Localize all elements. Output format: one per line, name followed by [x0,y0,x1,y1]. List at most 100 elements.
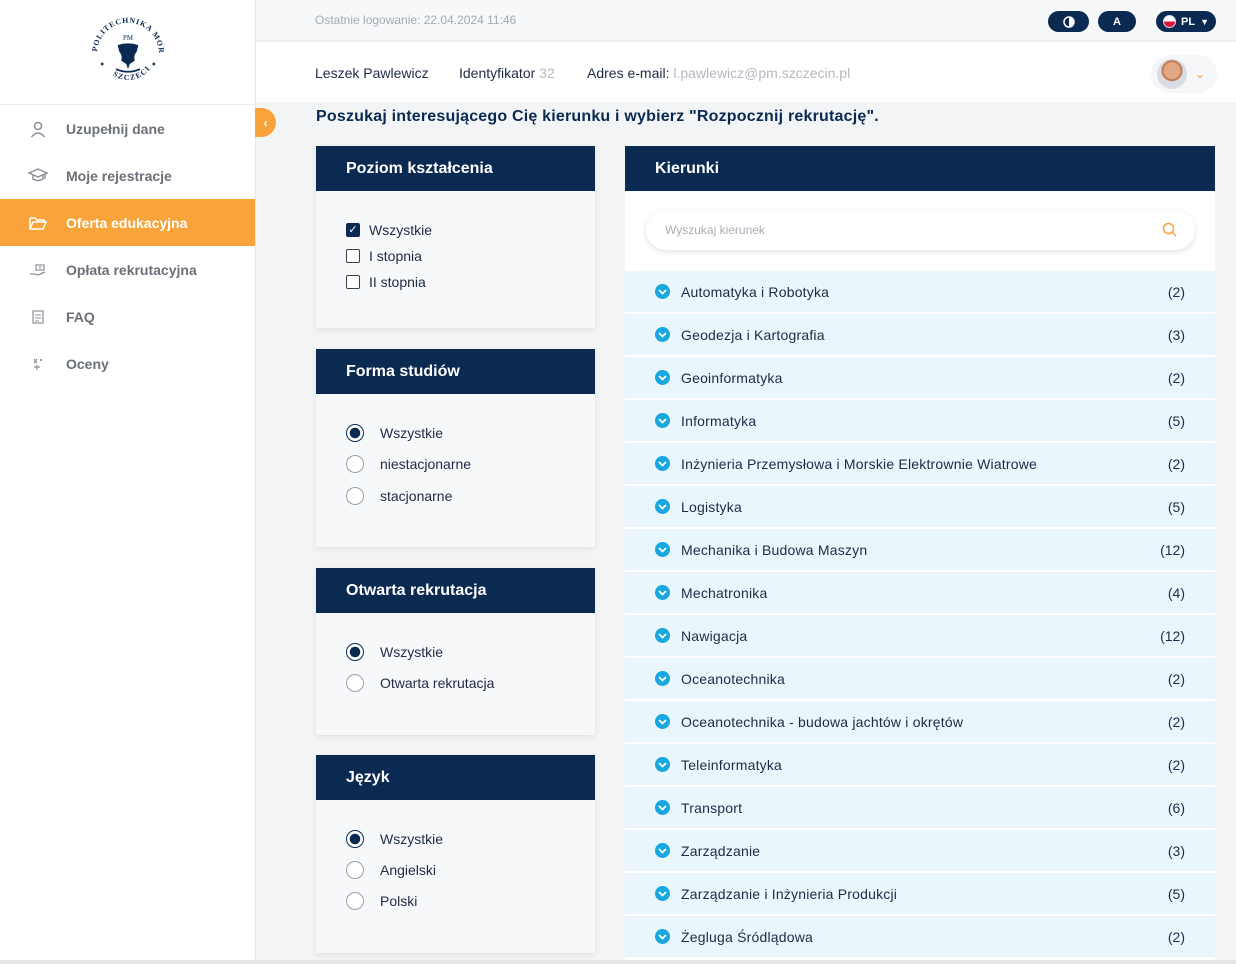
program-row[interactable]: Żegluga Śródlądowa (2) [625,916,1215,959]
sidebar-collapse-button[interactable]: ‹ [255,108,276,137]
option-label: Polski [380,893,418,909]
program-name: Geodezja i Kartografia [681,326,825,343]
graduation-cap-icon [28,166,48,186]
program-count: (4) [1167,584,1185,601]
sidebar-item-grades[interactable]: Oceny [0,340,255,387]
chevron-down-circle-icon[interactable] [655,671,670,686]
user-name: Leszek Pawlewicz [315,65,429,81]
checkbox[interactable] [346,249,360,263]
program-row[interactable]: Nawigacja (12) [625,615,1215,658]
last-login: Ostatnie logowanie: 22.04.2024 11:46 [315,13,516,27]
sidebar-item-educational-offer[interactable]: Oferta edukacyjna [0,199,255,246]
radio[interactable] [346,487,364,505]
chevron-down-circle-icon[interactable] [655,284,670,299]
programs-title: Kierunki [625,146,1215,191]
program-count: (2) [1167,369,1185,386]
program-row[interactable]: Zarządzanie (3) [625,830,1215,873]
program-row[interactable]: Mechanika i Budowa Maszyn (12) [625,529,1215,572]
form-option-full-time[interactable]: stacjonarne [346,487,452,505]
document-icon [28,307,48,327]
program-name: Oceanotechnika [681,670,785,687]
chevron-down-circle-icon[interactable] [655,843,670,858]
program-row[interactable]: Oceanotechnika (2) [625,658,1215,701]
language-option-english[interactable]: Angielski [346,861,436,879]
program-row[interactable]: Inżynieria Przemysłowa i Morskie Elektro… [625,443,1215,486]
radio[interactable] [346,861,364,879]
language-option-polish[interactable]: Polski [346,892,417,910]
program-row[interactable]: Teleinformatyka (2) [625,744,1215,787]
program-row[interactable]: Geoinformatyka (2) [625,357,1215,400]
radio[interactable] [346,455,364,473]
font-size-button[interactable]: A [1098,11,1136,32]
program-count: (2) [1167,455,1185,472]
radio-selected[interactable] [346,830,364,848]
program-row[interactable]: Oceanotechnika - budowa jachtów i okrętó… [625,701,1215,744]
user-email: Adres e-mail: l.pawlewicz@pm.szczecin.pl [587,65,850,81]
avatar [1157,59,1187,89]
radio[interactable] [346,892,364,910]
chevron-down-circle-icon[interactable] [655,714,670,729]
program-name: Logistyka [681,498,742,515]
chevron-down-circle-icon[interactable] [655,886,670,901]
identifier-value: 32 [539,65,555,81]
email-value: l.pawlewicz@pm.szczecin.pl [673,65,851,81]
program-row[interactable]: Geodezja i Kartografia (3) [625,314,1215,357]
chevron-down-circle-icon[interactable] [655,929,670,944]
program-search-input[interactable] [665,223,1145,237]
program-row[interactable]: Logistyka (5) [625,486,1215,529]
form-option-part-time[interactable]: niestacjonarne [346,455,471,473]
checkbox-checked[interactable]: ✓ [346,223,360,237]
chevron-down-circle-icon[interactable] [655,327,670,342]
option-label: stacjonarne [380,488,453,504]
program-name: Żegluga Śródlądowa [681,928,814,945]
sidebar-item-complete-data[interactable]: Uzupełnij dane [0,105,255,152]
program-row[interactable]: Zarządzanie i Inżynieria Produkcji (5) [625,873,1215,916]
chevron-down-circle-icon[interactable] [655,757,670,772]
program-row[interactable]: Informatyka (5) [625,400,1215,443]
program-row[interactable]: Mechatronika (4) [625,572,1215,615]
option-label: Wszystkie [369,222,432,238]
program-count: (2) [1167,670,1185,687]
chevron-down-circle-icon[interactable] [655,585,670,600]
sidebar-item-my-registrations[interactable]: Moje rejestracje [0,152,255,199]
university-logo-icon: POLITECHNIKA MORSKA SZCZECIN PM [85,9,165,82]
language-select[interactable]: PL ▼ [1156,11,1216,32]
user-menu-button[interactable]: ⌄ [1151,55,1217,93]
chevron-down-circle-icon[interactable] [655,499,670,514]
program-name: Oceanotechnika - budowa jachtów i okrętó… [681,713,964,730]
form-option-all[interactable]: Wszystkie [346,424,443,442]
chevron-down-circle-icon[interactable] [655,456,670,471]
search-icon[interactable] [1162,222,1177,242]
open-option-all[interactable]: Wszystkie [346,643,443,661]
sidebar-item-faq[interactable]: FAQ [0,293,255,340]
program-count: (12) [1160,627,1185,644]
checkbox[interactable] [346,275,360,289]
level-option-all[interactable]: ✓ Wszystkie [346,222,432,238]
hand-money-icon [28,260,48,280]
program-row[interactable]: Automatyka i Robotyka (2) [625,271,1215,314]
university-logo[interactable]: POLITECHNIKA MORSKA SZCZECIN PM [0,0,255,105]
chevron-down-circle-icon[interactable] [655,800,670,815]
radio-selected[interactable] [346,643,364,661]
chevron-down-circle-icon[interactable] [655,628,670,643]
program-name: Zarządzanie i Inżynieria Produkcji [681,885,898,902]
open-option-open[interactable]: Otwarta rekrutacja [346,674,494,692]
sidebar: POLITECHNIKA MORSKA SZCZECIN PM Uzupełni… [0,0,256,960]
sidebar-item-recruitment-fee[interactable]: Opłata rekrutacyjna [0,246,255,293]
language-option-all[interactable]: Wszystkie [346,830,443,848]
filter-form-card: Forma studiów Wszystkie niestacjonarne s… [316,349,595,547]
sidebar-item-label: FAQ [66,308,95,325]
option-label: I stopnia [369,248,422,264]
chevron-down-circle-icon[interactable] [655,542,670,557]
chevron-down-circle-icon[interactable] [655,370,670,385]
radio-selected[interactable] [346,424,364,442]
sidebar-item-label: Uzupełnij dane [66,120,165,137]
contrast-toggle-button[interactable] [1048,11,1089,32]
chevron-down-circle-icon[interactable] [655,413,670,428]
level-option-first-cycle[interactable]: I stopnia [346,248,422,264]
sidebar-item-label: Moje rejestracje [66,167,172,184]
last-login-value: 22.04.2024 11:46 [423,13,517,27]
program-row[interactable]: Transport (6) [625,787,1215,830]
level-option-second-cycle[interactable]: II stopnia [346,274,426,290]
radio[interactable] [346,674,364,692]
